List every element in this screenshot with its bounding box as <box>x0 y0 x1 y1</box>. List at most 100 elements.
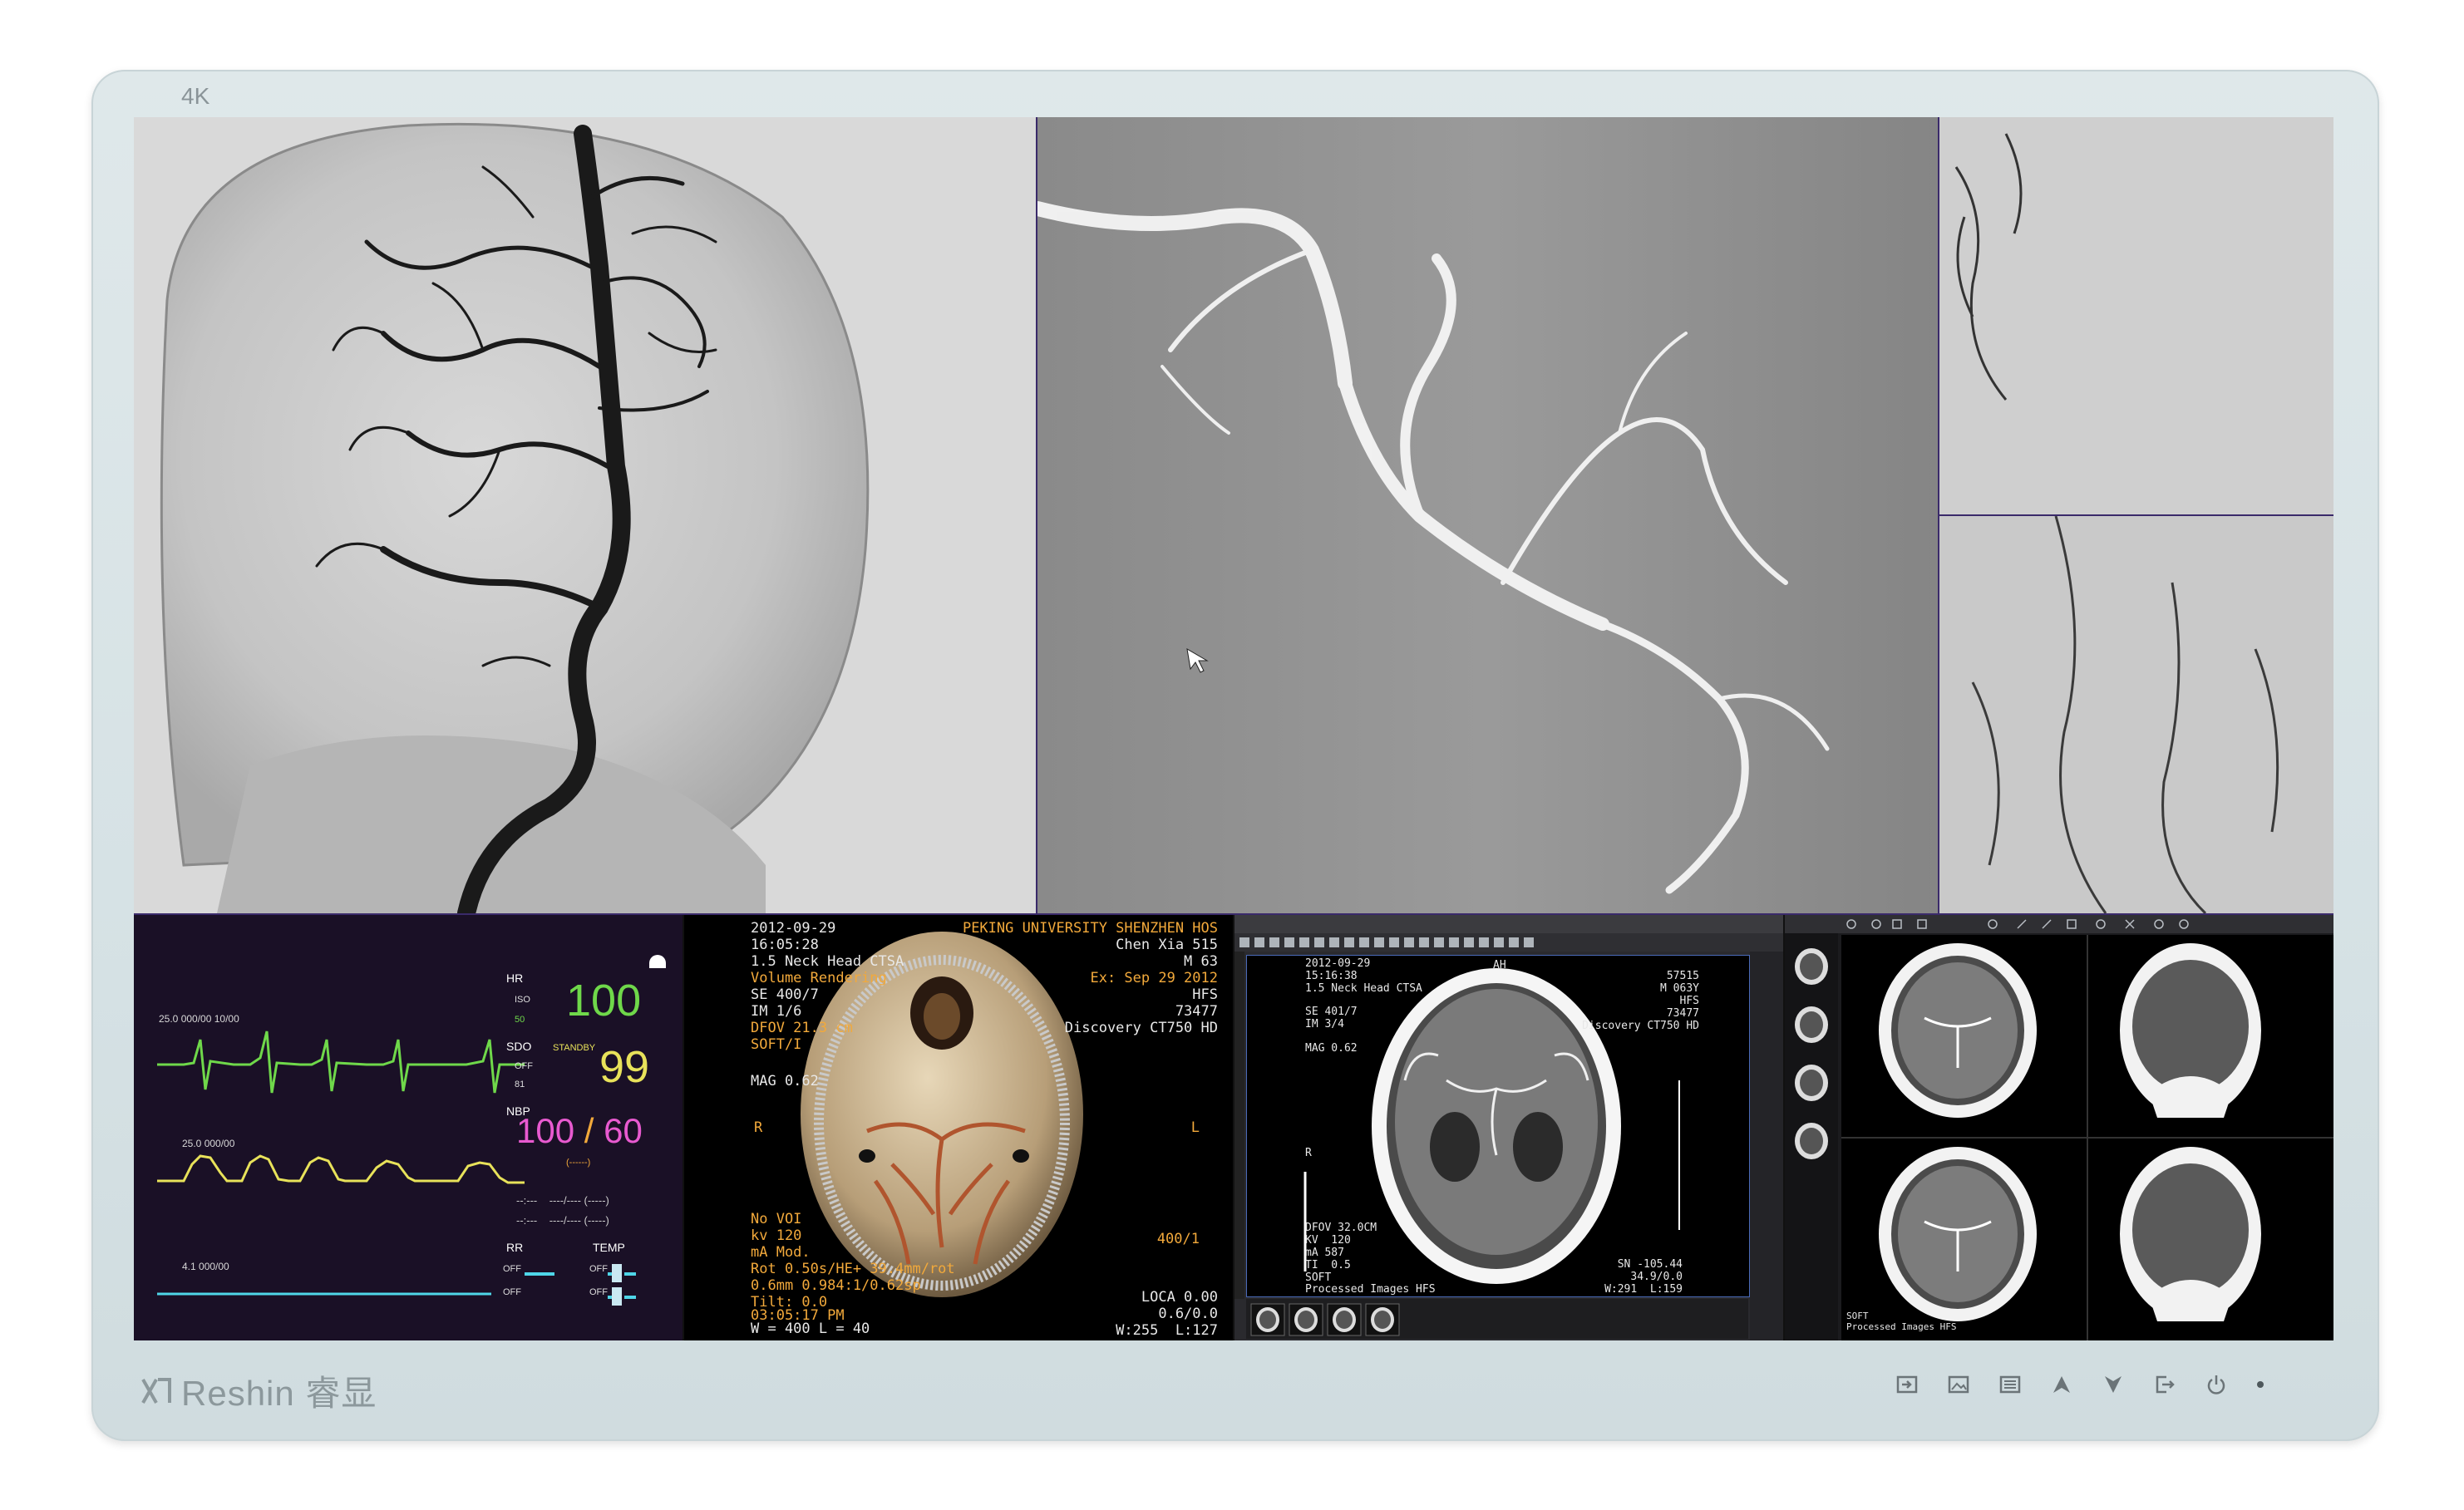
display-screen: 25.0 000/00 10/00 25.0 000/00 4.1 000/00… <box>134 117 2333 1340</box>
ct-grid-images <box>1841 935 2333 1340</box>
ecg-scale-label: 25.0 000/00 10/00 <box>159 1013 239 1025</box>
axial-ma: mA 587 <box>1305 1247 1344 1259</box>
exit-icon <box>2156 1375 2175 1394</box>
rr-dashes2: --:--- ----/---- (-----) <box>516 1214 609 1227</box>
axial-top-marker: AH <box>1493 959 1506 971</box>
axial-time: 15:16:38 <box>1305 970 1358 982</box>
grid-filter-label: SOFT <box>1846 1311 1869 1321</box>
sdo-value: 99 <box>599 1042 650 1092</box>
angiogram-neck-image <box>1939 516 2333 913</box>
vr-scanner: Discovery CT750 HD <box>1064 1020 1218 1036</box>
vr-window-value: 400/1 <box>1156 1231 1200 1247</box>
angiogram-pane-right-top[interactable] <box>1939 117 2333 514</box>
axial-ct-viewer-pane[interactable]: 2012-09-29 15:16:38 1.5 Neck Head CTSA S… <box>1234 915 1783 1340</box>
vr-position: HFS <box>1192 986 1218 1003</box>
vr-ma: mA Mod. <box>751 1244 811 1261</box>
grid-processed-label: Processed Images HFS <box>1846 1321 1957 1332</box>
axial-date: 2012-09-29 <box>1305 957 1371 970</box>
vr-age: M 63 <box>1184 953 1218 970</box>
vr-date: 2012-09-29 <box>751 920 836 937</box>
angiogram-detail-image <box>1939 117 2333 514</box>
axial-window: W:291 L:159 <box>1604 1283 1683 1296</box>
angiogram-image <box>134 117 1036 913</box>
vr-series: SE 400/7 <box>751 986 819 1003</box>
axial-processed: Processed Images HFS <box>1305 1283 1436 1296</box>
vr-mode: Volume Rendering <box>751 970 887 986</box>
nbp-values: 100 / 60 <box>516 1111 643 1151</box>
temp-label: TEMP <box>593 1241 625 1254</box>
axial-series: SE 401/7 <box>1305 1006 1358 1018</box>
axial-ti: TI 0.5 <box>1305 1259 1351 1271</box>
patient-monitor-pane[interactable]: 25.0 000/00 10/00 25.0 000/00 4.1 000/00… <box>134 915 683 1340</box>
pleth-scale-label: 25.0 000/00 <box>182 1138 235 1149</box>
angiogram-pane-large[interactable] <box>134 117 1036 913</box>
axial-age: M 063Y <box>1660 982 1699 995</box>
angiogram-pane-right-bottom[interactable] <box>1939 516 2333 913</box>
vr-patient: Chen Xia 515 <box>1116 937 1218 953</box>
vr-exam-date: Ex: Sep 29 2012 <box>1090 970 1218 986</box>
power-led <box>2256 1373 2264 1396</box>
vr-marker-right: R <box>754 1119 763 1136</box>
sdo-sub1: OFF <box>515 1061 533 1071</box>
input-source-button[interactable] <box>1895 1373 1919 1396</box>
hr-label: HR <box>506 971 524 985</box>
vr-window: W:255 L:127 <box>1116 1322 1218 1339</box>
brand-logo: Reshin 睿显 <box>140 1365 377 1416</box>
sdo-status: STANDBY <box>553 1043 596 1053</box>
series-thumbnail-column[interactable] <box>1785 933 1838 1340</box>
rr-label: RR <box>506 1241 524 1254</box>
rr-off2: OFF <box>503 1287 521 1297</box>
axial-study: 1.5 Neck Head CTSA <box>1305 982 1422 995</box>
vr-kv: kv 120 <box>751 1227 802 1244</box>
volume-render-pane[interactable]: 2012-09-29 16:05:28 1.5 Neck Head CTSA V… <box>684 915 1233 1340</box>
hr-sub1: ISO <box>515 995 530 1005</box>
temp-off2: OFF <box>589 1287 608 1297</box>
axial-accession: 73477 <box>1666 1007 1699 1020</box>
image-icon <box>1948 1375 1969 1394</box>
viewer-right-rail <box>1750 952 1783 1340</box>
input-icon <box>1896 1375 1918 1394</box>
exit-button[interactable] <box>2153 1373 2176 1396</box>
vr-loca: LOCA 0.00 <box>1141 1289 1218 1306</box>
thumbnail-strip[interactable] <box>1246 1299 1748 1339</box>
picture-mode-button[interactable] <box>1947 1373 1970 1396</box>
up-button[interactable] <box>2050 1373 2073 1396</box>
led-indicator-icon <box>2257 1381 2264 1388</box>
bezel-controls <box>1895 1373 2264 1396</box>
angiogram-pane-zoom[interactable] <box>1037 117 1938 913</box>
axial-patient-id: 57515 <box>1666 970 1699 982</box>
power-button[interactable] <box>2205 1373 2228 1396</box>
down-button[interactable] <box>2102 1373 2125 1396</box>
nbp-systolic: 100 <box>516 1111 575 1150</box>
axial-scanner: Discovery CT750 HD <box>1582 1020 1699 1032</box>
axial-sn: SN -105.44 <box>1617 1258 1683 1271</box>
menu-button[interactable] <box>1998 1373 2022 1396</box>
rr-off1: OFF <box>503 1264 521 1274</box>
axial-image: IM 3/4 <box>1305 1018 1344 1030</box>
axial-viewport[interactable]: 2012-09-29 15:16:38 1.5 Neck Head CTSA S… <box>1246 955 1750 1297</box>
resp-scale-label: 4.1 000/00 <box>182 1261 229 1272</box>
image-grid[interactable]: SOFT Processed Images HFS <box>1841 935 2333 1340</box>
hr-sub2: 50 <box>515 1015 525 1025</box>
pleth-wave <box>157 1154 525 1184</box>
vr-marker-left: L <box>1190 1119 1200 1136</box>
grid-toolbar[interactable] <box>1785 915 2333 933</box>
vr-filter: SOFT/I <box>751 1036 802 1053</box>
viewer-toolbar[interactable] <box>1234 933 1783 952</box>
power-icon <box>2207 1375 2225 1394</box>
axial-dfov: DFOV 32.0CM <box>1305 1222 1377 1234</box>
vr-study: 1.5 Neck Head CTSA <box>751 953 904 970</box>
menu-list-icon <box>1999 1375 2021 1394</box>
arrow-up-icon <box>2053 1376 2070 1393</box>
vr-dfov: DFOV 21.3 cm <box>751 1020 853 1036</box>
hr-value: 100 <box>566 976 642 1026</box>
brand-text: Reshin 睿显 <box>181 1374 377 1413</box>
sdo-sub2: 81 <box>515 1080 525 1089</box>
vr-wl: W = 400 L = 40 <box>751 1321 870 1337</box>
vr-time: 16:05:28 <box>751 937 819 953</box>
reshin-logo-icon <box>141 1377 171 1404</box>
viewer-sidebar <box>1234 952 1244 1299</box>
viewer-titlebar[interactable] <box>1234 915 1783 933</box>
ct-grid-viewer-pane[interactable]: SOFT Processed Images HFS <box>1785 915 2333 1340</box>
ecg-wave <box>157 1030 525 1094</box>
